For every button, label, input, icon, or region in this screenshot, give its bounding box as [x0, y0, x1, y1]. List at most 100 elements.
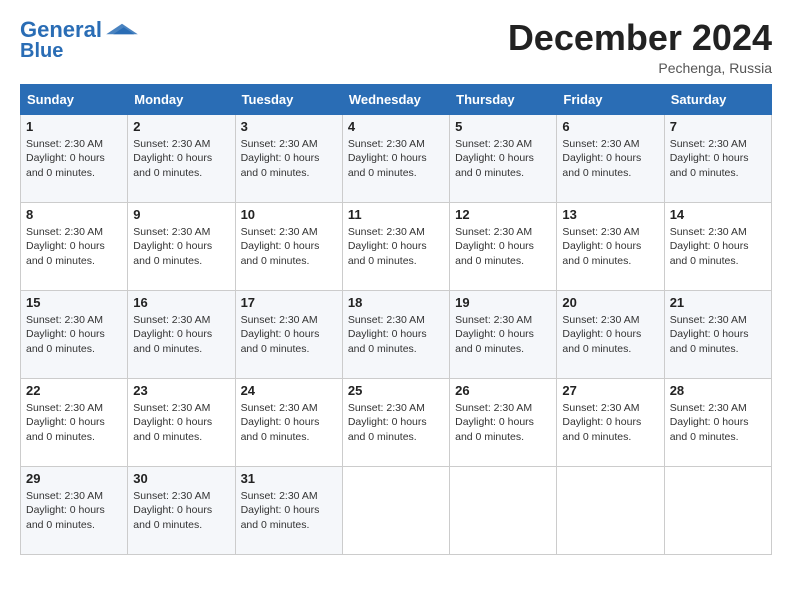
day-info: Sunset: 2:30 AMDaylight: 0 hoursand 0 mi…	[670, 401, 766, 445]
logo-icon	[104, 22, 140, 36]
table-row: 31 Sunset: 2:30 AMDaylight: 0 hoursand 0 …	[235, 466, 342, 554]
day-number: 4	[348, 119, 444, 134]
day-number: 3	[241, 119, 337, 134]
table-row: 26 Sunset: 2:30 AMDaylight: 0 hoursand 0 …	[450, 378, 557, 466]
calendar-week-row: 15 Sunset: 2:30 AMDaylight: 0 hoursand 0 …	[21, 290, 772, 378]
calendar-week-row: 29Sunset: 2:30 AMDaylight: 0 hoursand 0 …	[21, 466, 772, 554]
day-info: Sunset: 2:30 AMDaylight: 0 hoursand 0 mi…	[26, 313, 122, 357]
day-number: 14	[670, 207, 766, 222]
table-row: 12 Sunset: 2:30 AMDaylight: 0 hoursand 0 …	[450, 202, 557, 290]
table-row: 10Sunset: 2:30 AMDaylight: 0 hoursand 0 …	[235, 202, 342, 290]
day-number: 11	[348, 207, 444, 222]
table-row: 18 Sunset: 2:30 AMDaylight: 0 hoursand 0 …	[342, 290, 449, 378]
day-info: Sunset: 2:30 AMDaylight: 0 hoursand 0 mi…	[133, 137, 229, 181]
day-info: Sunset: 2:30 AMDaylight: 0 hoursand 0 mi…	[26, 137, 122, 181]
day-number: 12	[455, 207, 551, 222]
table-row: 7Sunset: 2:30 AMDaylight: 0 hoursand 0 m…	[664, 114, 771, 202]
col-saturday: Saturday	[664, 84, 771, 114]
day-number: 6	[562, 119, 658, 134]
day-number: 8	[26, 207, 122, 222]
table-row: 20 Sunset: 2:30 AMDaylight: 0 hoursand 0 …	[557, 290, 664, 378]
table-row: 8 Sunset: 2:30 AMDaylight: 0 hoursand 0 m…	[21, 202, 128, 290]
table-row	[342, 466, 449, 554]
day-number: 20	[562, 295, 658, 310]
day-info: Sunset: 2:30 AMDaylight: 0 hoursand 0 mi…	[455, 225, 551, 269]
day-number: 9	[133, 207, 229, 222]
day-info: Sunset: 2:30 AMDaylight: 0 hoursand 0 mi…	[133, 313, 229, 357]
day-info: Sunset: 2:30 AMDaylight: 0 hoursand 0 mi…	[241, 313, 337, 357]
day-number: 5	[455, 119, 551, 134]
day-info: Sunset: 2:30 AMDaylight: 0 hoursand 0 mi…	[241, 401, 337, 445]
col-tuesday: Tuesday	[235, 84, 342, 114]
table-row	[557, 466, 664, 554]
col-sunday: Sunday	[21, 84, 128, 114]
table-row: 13 Sunset: 2:30 AMDaylight: 0 hoursand 0 …	[557, 202, 664, 290]
table-row: 27 Sunset: 2:30 AMDaylight: 0 hoursand 0 …	[557, 378, 664, 466]
day-number: 2	[133, 119, 229, 134]
day-number: 27	[562, 383, 658, 398]
day-info: Sunset: 2:30 AMDaylight: 0 hoursand 0 mi…	[348, 313, 444, 357]
calendar: Sunday Monday Tuesday Wednesday Thursday…	[20, 84, 772, 555]
day-number: 1	[26, 119, 122, 134]
day-number: 24	[241, 383, 337, 398]
day-info: Sunset: 2:30 AMDaylight: 0 hoursand 0 mi…	[670, 225, 766, 269]
day-info: Sunset: 2:30 AMDaylight: 0 hoursand 0 mi…	[348, 401, 444, 445]
day-info: Sunset: 2:30 AMDaylight: 0 hoursand 0 mi…	[26, 401, 122, 445]
day-number: 28	[670, 383, 766, 398]
day-info: Sunset: 2:30 AMDaylight: 0 hoursand 0 mi…	[455, 401, 551, 445]
day-info: Sunset: 2:30 AMDaylight: 0 hoursand 0 mi…	[26, 489, 122, 533]
table-row: 5 Sunset: 2:30 AMDaylight: 0 hoursand 0 m…	[450, 114, 557, 202]
col-friday: Friday	[557, 84, 664, 114]
day-info: Sunset: 2:30 AMDaylight: 0 hoursand 0 mi…	[241, 137, 337, 181]
table-row: 16 Sunset: 2:30 AMDaylight: 0 hoursand 0 …	[128, 290, 235, 378]
day-number: 31	[241, 471, 337, 486]
day-info: Sunset: 2:30 AMDaylight: 0 hoursand 0 mi…	[562, 313, 658, 357]
day-info: Sunset: 2:30 AMDaylight: 0 hoursand 0 mi…	[455, 313, 551, 357]
col-thursday: Thursday	[450, 84, 557, 114]
table-row: 28 Sunset: 2:30 AMDaylight: 0 hoursand 0 …	[664, 378, 771, 466]
day-number: 25	[348, 383, 444, 398]
day-info: Sunset: 2:30 AMDaylight: 0 hoursand 0 mi…	[455, 137, 551, 181]
day-number: 26	[455, 383, 551, 398]
table-row: 2 Sunset: 2:30 AMDaylight: 0 hoursand 0 m…	[128, 114, 235, 202]
table-row: 4Sunset: 2:30 AMDaylight: 0 hoursand 0 m…	[342, 114, 449, 202]
day-number: 7	[670, 119, 766, 134]
calendar-week-row: 1 Sunset: 2:30 AMDaylight: 0 hoursand 0 m…	[21, 114, 772, 202]
day-info: Sunset: 2:30 AMDaylight: 0 hoursand 0 mi…	[670, 313, 766, 357]
day-info: Sunset: 2:30 AMDaylight: 0 hoursand 0 mi…	[241, 489, 337, 533]
day-info: Sunset: 2:30 AMDaylight: 0 hoursand 0 mi…	[562, 401, 658, 445]
title-block: December 2024 Pechenga, Russia	[508, 18, 772, 76]
page: General Blue December 2024 Pechenga, Rus…	[0, 0, 792, 612]
location-title: Pechenga, Russia	[508, 60, 772, 76]
calendar-week-row: 22 Sunset: 2:30 AMDaylight: 0 hoursand 0 …	[21, 378, 772, 466]
day-info: Sunset: 2:30 AMDaylight: 0 hoursand 0 mi…	[562, 137, 658, 181]
day-info: Sunset: 2:30 AMDaylight: 0 hoursand 0 mi…	[26, 225, 122, 269]
day-number: 18	[348, 295, 444, 310]
day-number: 22	[26, 383, 122, 398]
day-info: Sunset: 2:30 AMDaylight: 0 hoursand 0 mi…	[562, 225, 658, 269]
header: General Blue December 2024 Pechenga, Rus…	[20, 18, 772, 76]
table-row: 21 Sunset: 2:30 AMDaylight: 0 hoursand 0 …	[664, 290, 771, 378]
table-row: 24 Sunset: 2:30 AMDaylight: 0 hoursand 0 …	[235, 378, 342, 466]
day-info: Sunset: 2:30 AMDaylight: 0 hoursand 0 mi…	[133, 225, 229, 269]
logo-blue-text: Blue	[20, 40, 63, 62]
table-row: 23 Sunset: 2:30 AMDaylight: 0 hoursand 0 …	[128, 378, 235, 466]
table-row: 22 Sunset: 2:30 AMDaylight: 0 hoursand 0 …	[21, 378, 128, 466]
table-row: 17Sunset: 2:30 AMDaylight: 0 hoursand 0 …	[235, 290, 342, 378]
day-number: 19	[455, 295, 551, 310]
table-row: 1 Sunset: 2:30 AMDaylight: 0 hoursand 0 m…	[21, 114, 128, 202]
table-row	[450, 466, 557, 554]
col-monday: Monday	[128, 84, 235, 114]
day-number: 13	[562, 207, 658, 222]
table-row: 30Sunset: 2:30 AMDaylight: 0 hoursand 0 …	[128, 466, 235, 554]
day-number: 16	[133, 295, 229, 310]
table-row: 19 Sunset: 2:30 AMDaylight: 0 hoursand 0 …	[450, 290, 557, 378]
day-info: Sunset: 2:30 AMDaylight: 0 hoursand 0 mi…	[241, 225, 337, 269]
day-number: 15	[26, 295, 122, 310]
day-info: Sunset: 2:30 AMDaylight: 0 hoursand 0 mi…	[133, 401, 229, 445]
day-number: 21	[670, 295, 766, 310]
day-number: 23	[133, 383, 229, 398]
table-row: 6 Sunset: 2:30 AMDaylight: 0 hoursand 0 m…	[557, 114, 664, 202]
table-row: 29Sunset: 2:30 AMDaylight: 0 hoursand 0 …	[21, 466, 128, 554]
day-info: Sunset: 2:30 AMDaylight: 0 hoursand 0 mi…	[348, 225, 444, 269]
